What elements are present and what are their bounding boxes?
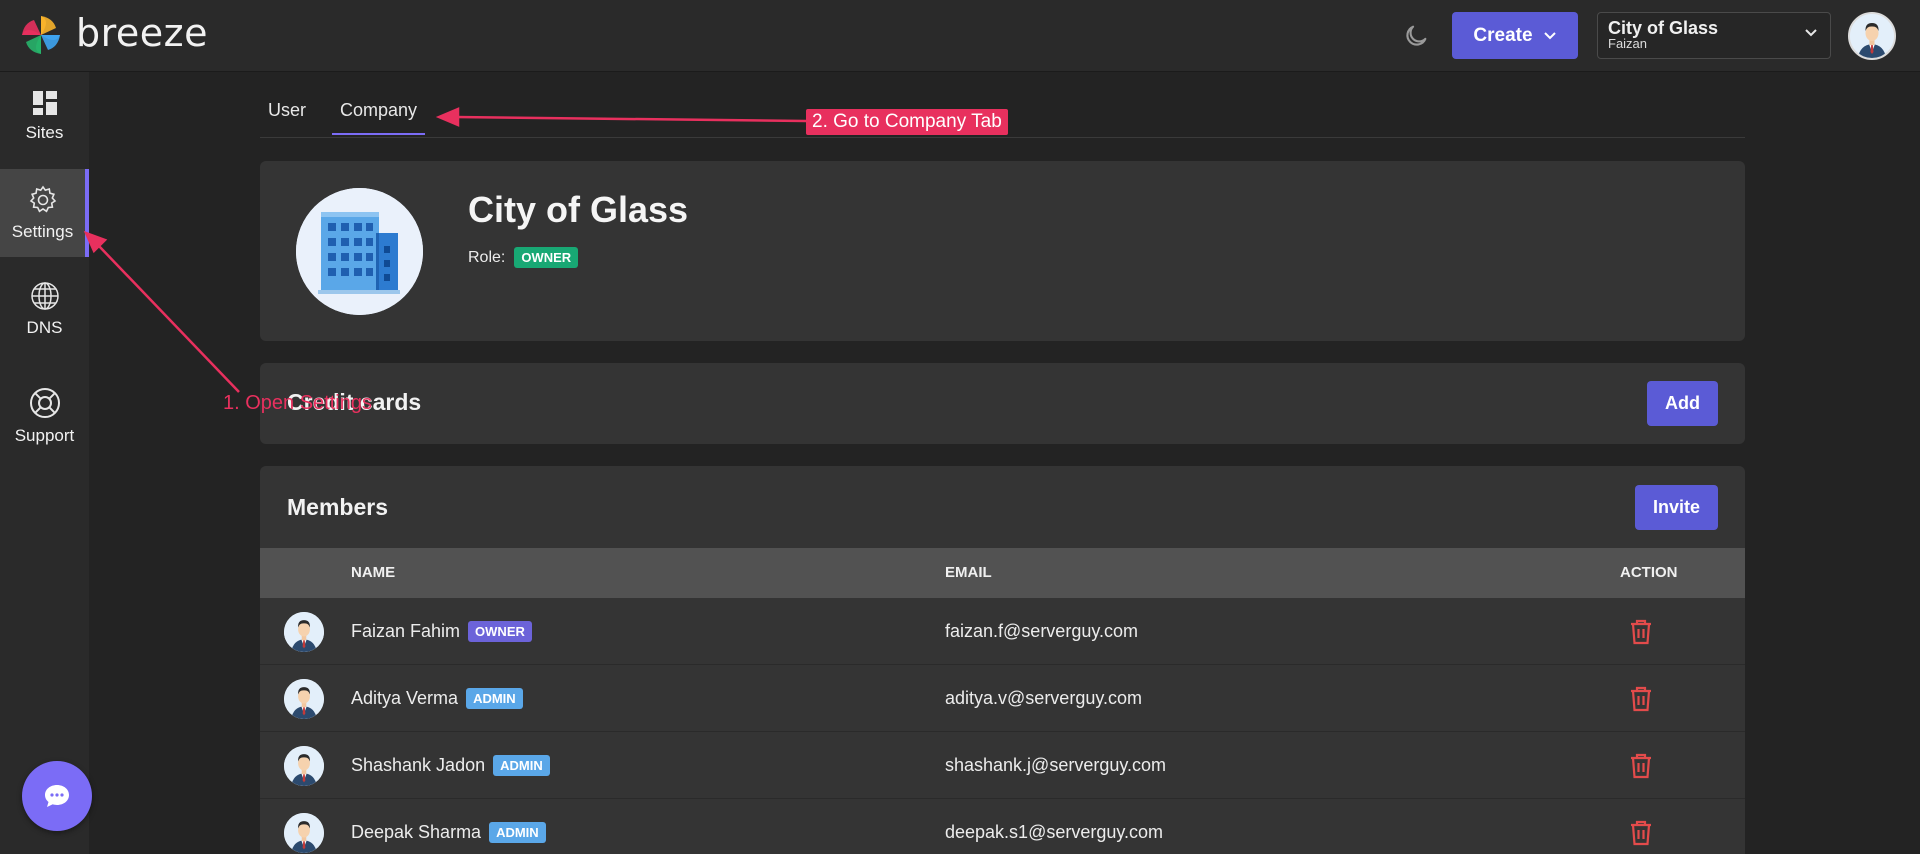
sidebar-item-label: Sites bbox=[25, 123, 64, 142]
sidebar-item-label: Settings bbox=[11, 222, 74, 241]
sidebar: Sites Settings DNS Support bbox=[0, 72, 89, 854]
building-icon bbox=[296, 188, 423, 315]
sidebar-item-label: DNS bbox=[26, 318, 63, 337]
member-email: deepak.s1@serverguy.com bbox=[945, 822, 1164, 842]
member-name: Aditya Verma bbox=[351, 688, 459, 708]
trash-icon[interactable] bbox=[1628, 752, 1654, 780]
add-card-button[interactable]: Add bbox=[1647, 381, 1718, 426]
breeze-logo-icon bbox=[22, 16, 60, 54]
lifebuoy-icon bbox=[29, 388, 60, 418]
avatar-icon bbox=[284, 612, 324, 652]
annotation-arrow-1 bbox=[97, 244, 240, 393]
sidebar-item-sites[interactable]: Sites bbox=[0, 72, 89, 160]
sidebar-item-label: Support bbox=[14, 426, 75, 445]
gear-icon bbox=[29, 185, 56, 213]
chat-button[interactable] bbox=[22, 761, 92, 831]
company-profile-card: City of Glass Role: OWNER bbox=[260, 161, 1745, 341]
trash-icon[interactable] bbox=[1628, 819, 1654, 847]
member-name: Shashank Jadon bbox=[351, 755, 486, 775]
sidebar-item-settings[interactable]: Settings bbox=[0, 169, 89, 257]
member-name-cell: Deepak Sharma ADMIN bbox=[351, 822, 546, 843]
sidebar-item-dns[interactable]: DNS bbox=[0, 265, 89, 353]
table-row: Aditya Verma ADMIN aditya.v@serverguy.co… bbox=[260, 665, 1745, 732]
member-email: shashank.j@serverguy.com bbox=[945, 755, 1167, 775]
role-badge: OWNER bbox=[514, 247, 579, 268]
tab-company[interactable]: Company bbox=[332, 100, 426, 135]
avatar-icon bbox=[284, 679, 324, 719]
trash-icon[interactable] bbox=[1628, 618, 1654, 646]
member-avatar bbox=[284, 612, 324, 652]
annotation-step-1: 1. Open Settings bbox=[223, 392, 372, 414]
member-role-badge: ADMIN bbox=[493, 755, 550, 776]
annotation-step-2: 2. Go to Company Tab bbox=[806, 109, 1008, 135]
member-avatar bbox=[284, 746, 324, 786]
avatar-icon bbox=[284, 813, 324, 853]
globe-icon bbox=[30, 282, 59, 310]
chat-bubble-icon bbox=[45, 785, 69, 807]
chevron-down-icon bbox=[1805, 29, 1817, 37]
member-name: Faizan Fahim bbox=[351, 621, 461, 641]
dark-mode-toggle-icon[interactable] bbox=[1402, 22, 1430, 50]
company-name: City of Glass bbox=[468, 189, 689, 230]
company-logo bbox=[296, 188, 423, 315]
sidebar-item-support[interactable]: Support bbox=[0, 372, 89, 460]
avatar-icon bbox=[284, 746, 324, 786]
table-row: Shashank Jadon ADMIN shashank.j@servergu… bbox=[260, 732, 1745, 799]
member-name: Deepak Sharma bbox=[351, 822, 482, 842]
member-name-cell: Shashank Jadon ADMIN bbox=[351, 755, 550, 776]
tab-user[interactable]: User bbox=[268, 100, 306, 133]
member-name-cell: Faizan Fahim OWNER bbox=[351, 621, 532, 642]
table-row: Faizan Fahim OWNER faizan.f@serverguy.co… bbox=[260, 598, 1745, 665]
member-role-badge: ADMIN bbox=[466, 688, 523, 709]
company-select-title: City of Glass bbox=[1608, 18, 1719, 38]
company-select-user: Faizan bbox=[1608, 36, 1648, 51]
member-avatar bbox=[284, 679, 324, 719]
column-header-action: ACTION bbox=[1620, 564, 1678, 581]
invite-button[interactable]: Invite bbox=[1635, 485, 1718, 530]
user-avatar[interactable] bbox=[1848, 12, 1896, 60]
trash-icon[interactable] bbox=[1628, 685, 1654, 713]
member-email: faizan.f@serverguy.com bbox=[945, 621, 1139, 641]
column-header-name: NAME bbox=[351, 564, 396, 581]
members-table-header: NAME EMAIL ACTION bbox=[260, 548, 1745, 598]
create-button[interactable]: Create bbox=[1452, 12, 1578, 59]
member-role-badge: ADMIN bbox=[489, 822, 546, 843]
members-title: Members bbox=[287, 494, 388, 520]
column-header-email: EMAIL bbox=[945, 564, 992, 581]
member-role-badge: OWNER bbox=[468, 621, 532, 642]
top-bar: breeze Create City of Glass Faizan bbox=[0, 0, 1920, 72]
dashboard-icon bbox=[32, 91, 57, 115]
credit-cards-card: Credit cards Add bbox=[260, 363, 1745, 444]
company-select[interactable]: City of Glass Faizan bbox=[1597, 12, 1831, 59]
brand-logo[interactable]: breeze bbox=[18, 11, 208, 58]
members-card: Members Invite NAME EMAIL ACTION Faizan … bbox=[260, 466, 1745, 854]
avatar-icon bbox=[1850, 14, 1894, 58]
member-name-cell: Aditya Verma ADMIN bbox=[351, 688, 523, 709]
chevron-down-icon bbox=[1543, 31, 1556, 39]
member-email: aditya.v@serverguy.com bbox=[945, 688, 1143, 708]
role-label: Role: bbox=[468, 248, 506, 266]
member-avatar bbox=[284, 813, 324, 853]
create-button-label: Create bbox=[1473, 24, 1533, 46]
brand-name: breeze bbox=[76, 11, 208, 55]
role-row: Role: OWNER bbox=[468, 247, 579, 268]
table-row: Deepak Sharma ADMIN deepak.s1@serverguy.… bbox=[260, 799, 1745, 854]
